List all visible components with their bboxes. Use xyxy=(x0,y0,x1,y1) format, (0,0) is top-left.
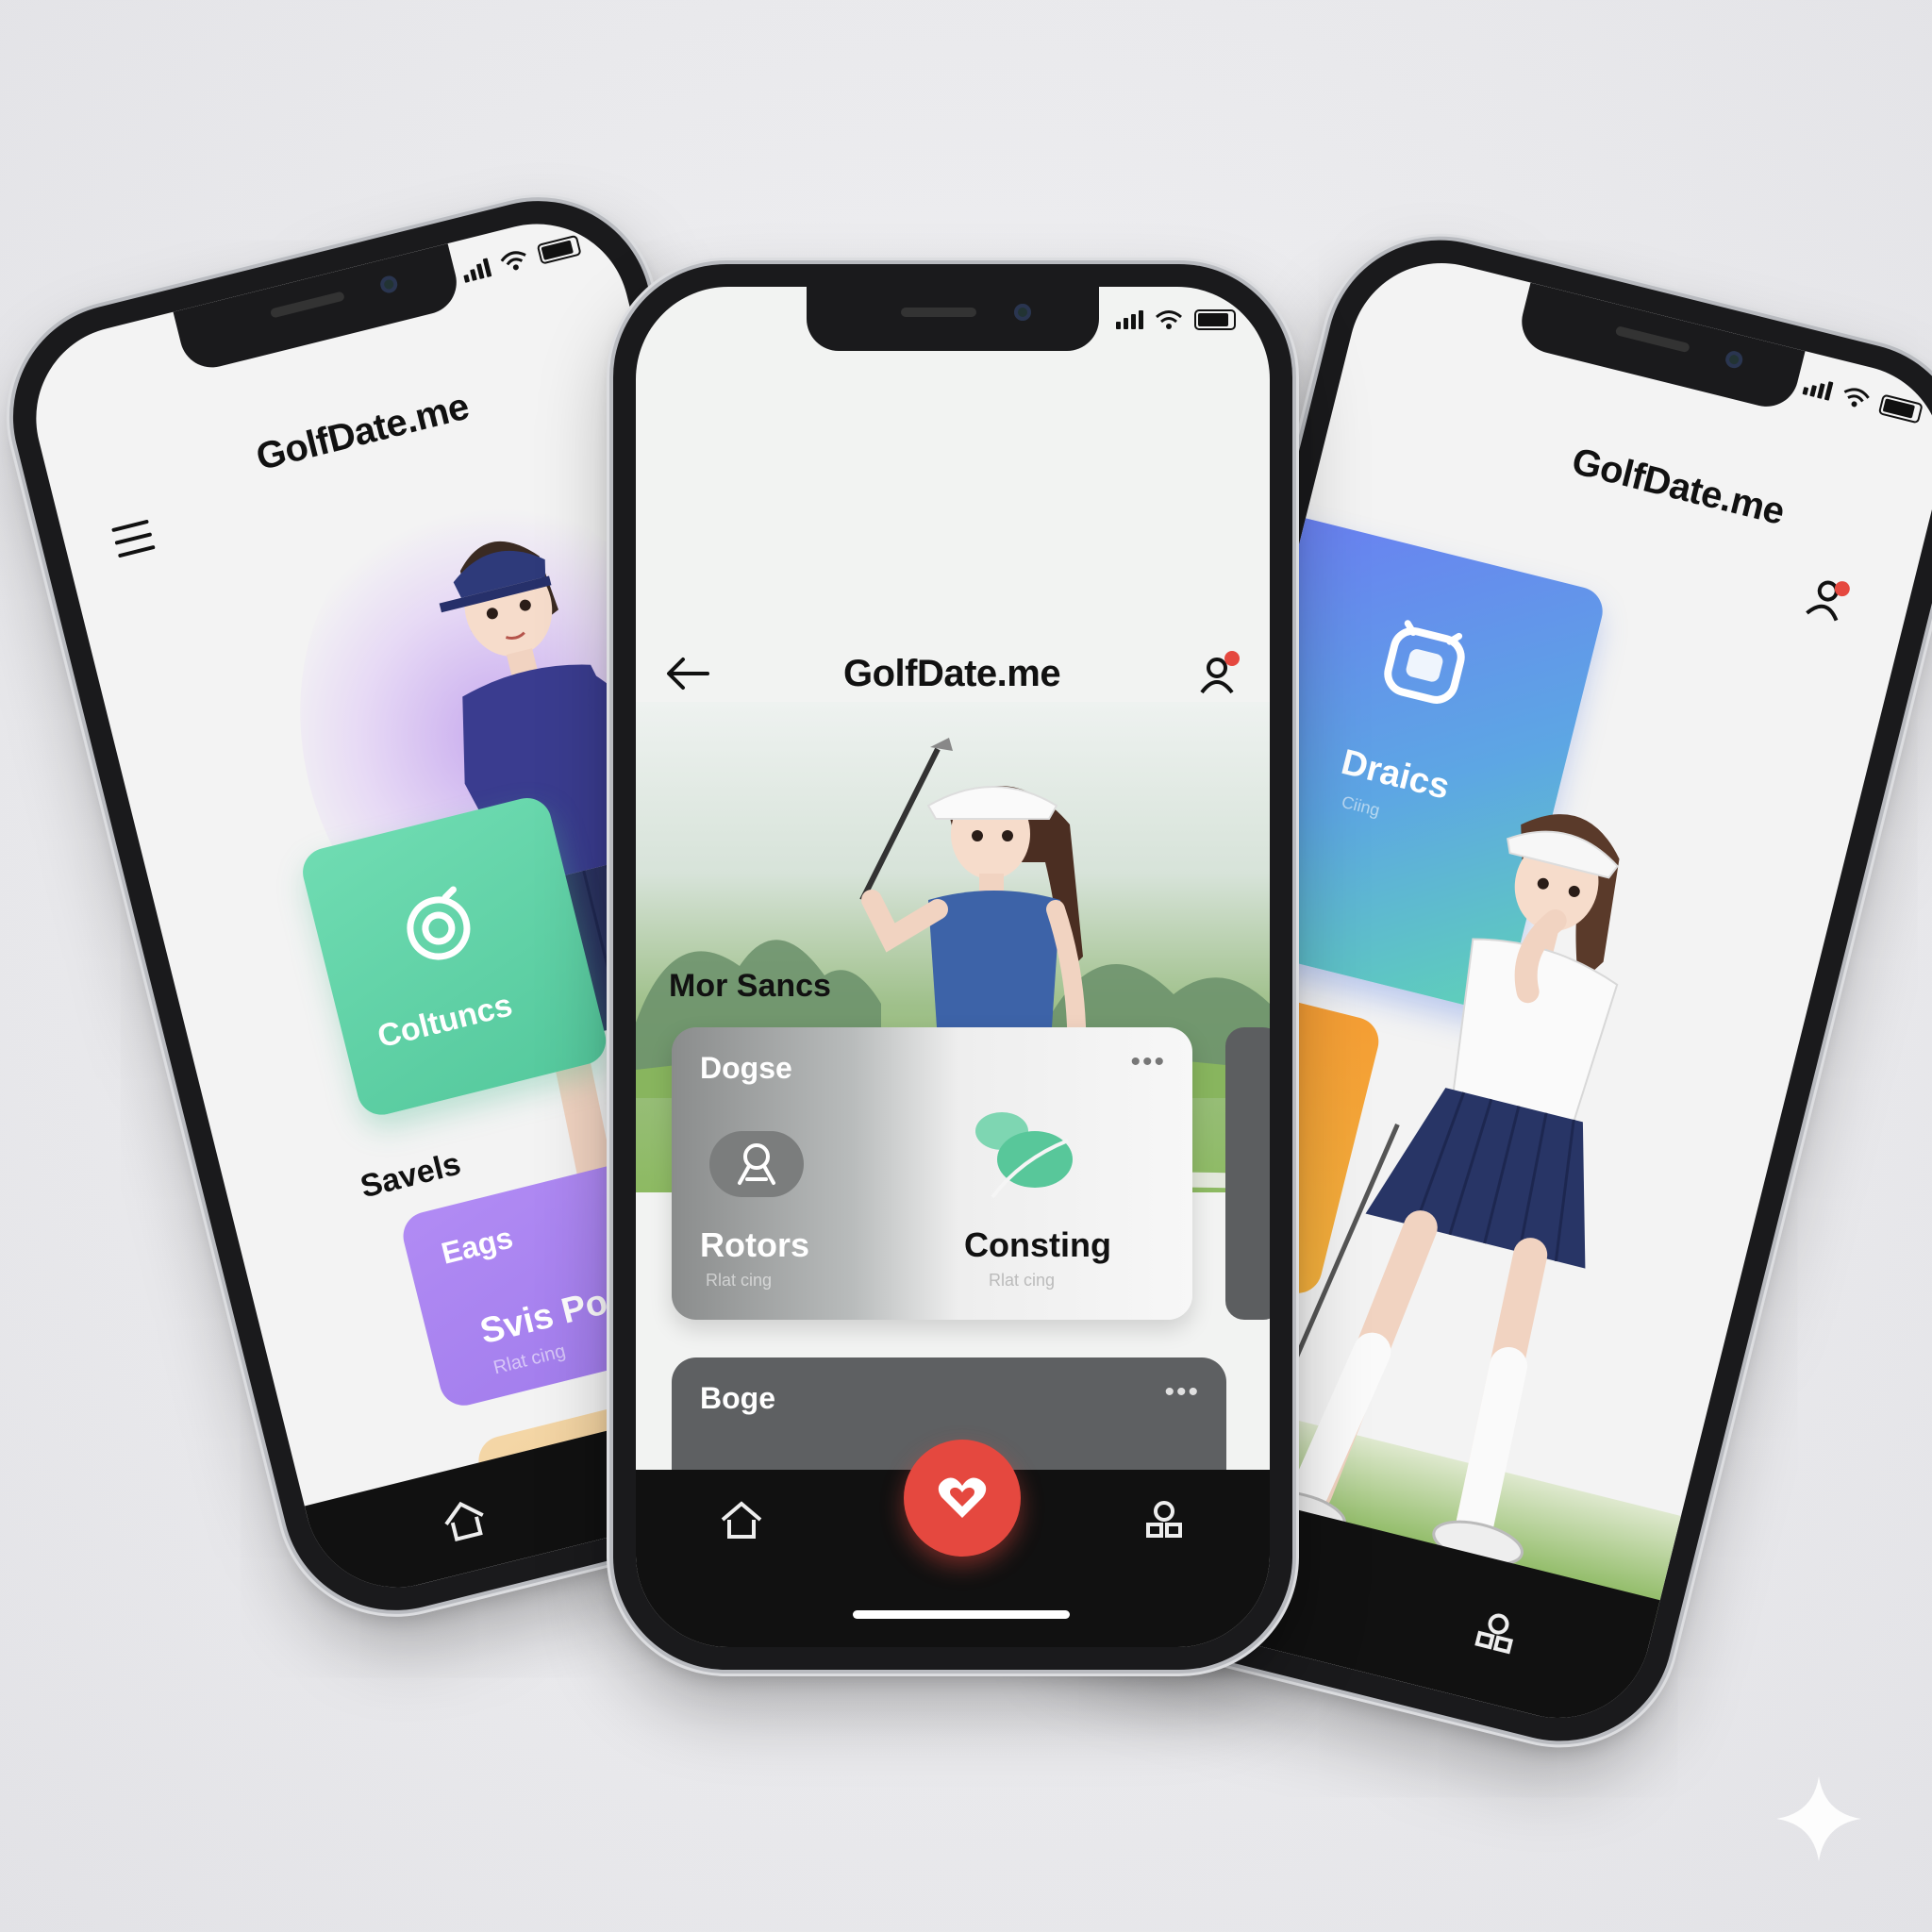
notch xyxy=(173,243,464,375)
profile-tab-icon[interactable] xyxy=(1122,1487,1207,1553)
card-title: Boge xyxy=(700,1381,775,1415)
wifi-icon xyxy=(500,251,526,271)
consting-caption: Rlat cing xyxy=(989,1271,1056,1290)
profile-icon[interactable] xyxy=(1196,649,1243,696)
battery-icon xyxy=(1194,309,1236,330)
back-arrow-icon[interactable] xyxy=(664,655,711,692)
profile-tab-icon[interactable] xyxy=(1447,1590,1545,1674)
draics-caption: Ciing xyxy=(1340,791,1382,821)
next-card-peek xyxy=(1225,1027,1270,1320)
dogse-card[interactable]: Dogse ••• Rotors Rlat cing Consting Rlat… xyxy=(672,1027,1192,1320)
card-title: Dogse xyxy=(700,1051,792,1085)
heart-icon xyxy=(938,1477,987,1518)
center-phone-screen: GolfDate.me Mor Sancs Dogse ••• Rotors R… xyxy=(636,287,1270,1647)
home-indicator xyxy=(853,1610,1070,1619)
sparkle-icon xyxy=(1776,1776,1861,1861)
feature-card-label: Coltuncs xyxy=(374,987,516,1056)
battery-icon xyxy=(1877,393,1924,425)
status-bar xyxy=(460,234,582,284)
wifi-icon xyxy=(1156,310,1182,329)
signal-icon xyxy=(460,258,492,283)
status-bar xyxy=(1802,375,1924,425)
rotors-icon xyxy=(709,1131,804,1197)
game-icon xyxy=(1384,620,1465,704)
status-bar xyxy=(1116,309,1236,330)
saved-card-subtitle: Svis Por xyxy=(475,1278,625,1353)
center-phone: GolfDate.me Mor Sancs Dogse ••• Rotors R… xyxy=(613,264,1292,1670)
app-title: GolfDate.me xyxy=(1567,440,1789,534)
favorite-fab[interactable] xyxy=(904,1440,1021,1557)
menu-icon[interactable] xyxy=(111,517,159,560)
app-title: GolfDate.me xyxy=(252,385,474,479)
home-tab-icon[interactable] xyxy=(699,1487,784,1553)
wifi-icon xyxy=(1843,388,1870,408)
saved-card-title: Eags xyxy=(438,1220,517,1271)
app-title: GolfDate.me xyxy=(843,653,1061,694)
signal-icon xyxy=(1116,310,1143,329)
more-menu-icon[interactable]: ••• xyxy=(1164,1376,1200,1408)
rotors-label: Rotors xyxy=(700,1225,809,1264)
consting-label: Consting xyxy=(964,1225,1111,1264)
more-menu-icon[interactable]: ••• xyxy=(1130,1046,1166,1078)
profile-icon[interactable] xyxy=(1801,572,1856,626)
notch xyxy=(1515,282,1806,414)
home-tab-icon[interactable] xyxy=(415,1477,513,1562)
notch xyxy=(807,287,1099,351)
section-title: Savels xyxy=(357,1145,465,1206)
target-icon xyxy=(407,886,471,960)
leaf-icon xyxy=(975,1112,1073,1199)
section-title: Mor Sancs xyxy=(669,968,831,1004)
signal-icon xyxy=(1802,375,1834,401)
rotors-caption: Rlat cing xyxy=(706,1271,773,1290)
battery-icon xyxy=(536,234,582,265)
